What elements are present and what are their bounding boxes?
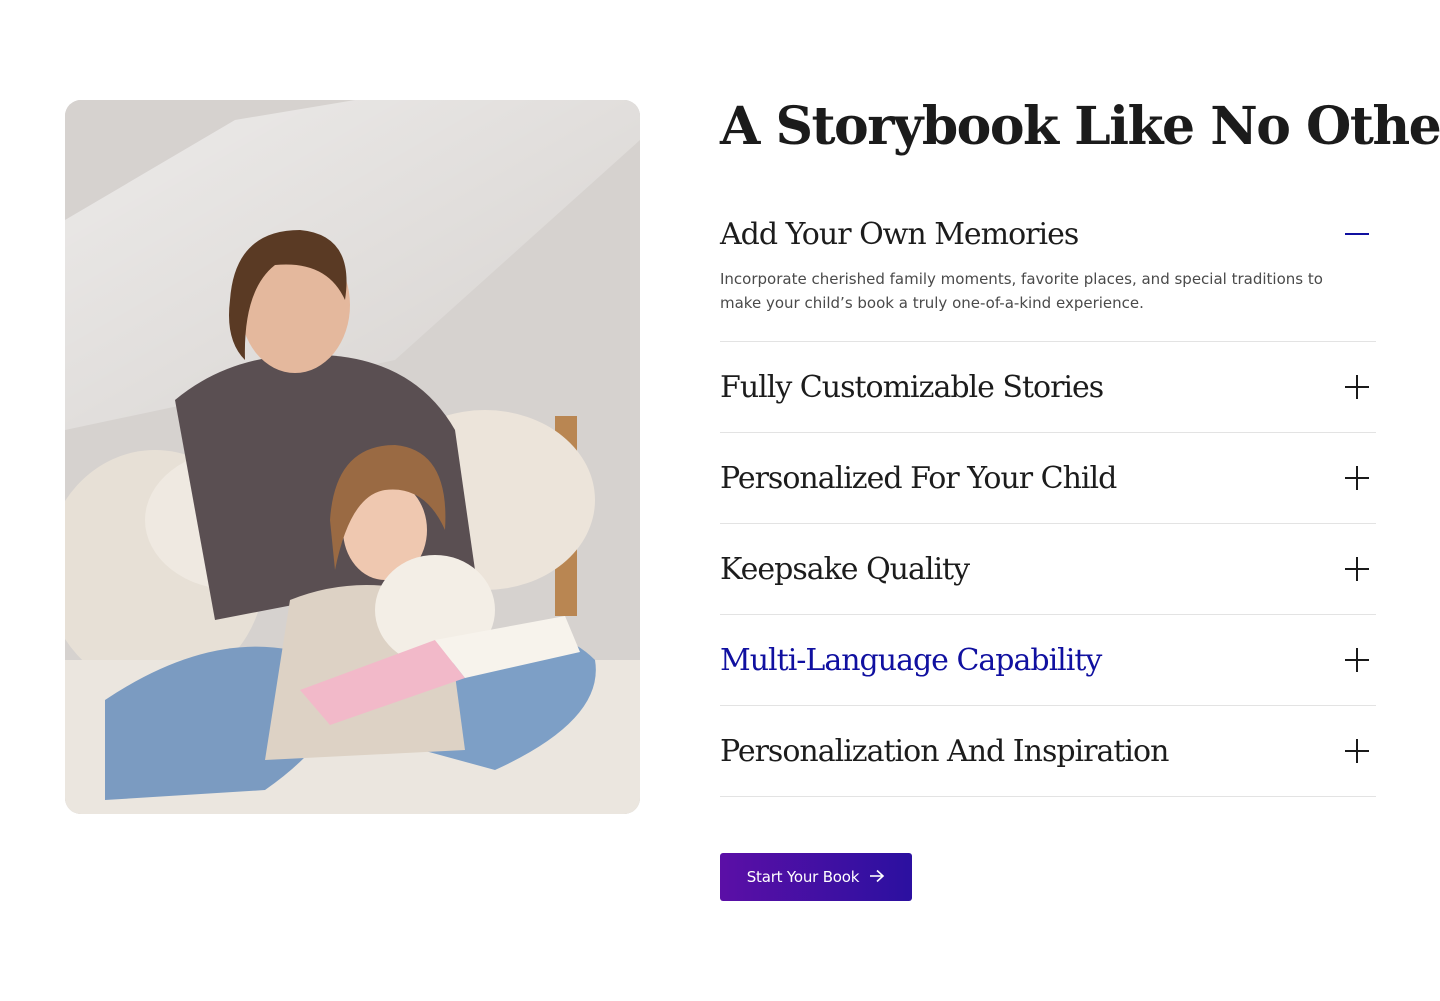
minus-icon[interactable] <box>1342 219 1372 249</box>
plus-icon[interactable] <box>1342 372 1372 402</box>
accordion-header[interactable]: Keepsake Quality <box>720 524 1376 614</box>
arrow-right-icon <box>869 869 885 886</box>
button-label: Start Your Book <box>746 868 860 886</box>
start-your-book-button[interactable]: Start Your Book <box>720 853 912 901</box>
accordion-header[interactable]: Multi-Language Capability <box>720 615 1376 705</box>
accordion-item-multilanguage: Multi-Language Capability <box>720 615 1376 706</box>
plus-icon[interactable] <box>1342 645 1372 675</box>
feature-accordion: Add Your Own Memories Incorporate cheris… <box>720 202 1376 797</box>
accordion-title: Multi-Language Capability <box>720 642 1102 678</box>
accordion-header[interactable]: Personalized For Your Child <box>720 433 1376 523</box>
content-column: A Storybook Like No Other <box>720 96 1440 158</box>
accordion-title: Personalized For Your Child <box>720 460 1117 496</box>
accordion-title: Personalization And Inspiration <box>720 733 1169 769</box>
accordion-title: Add Your Own Memories <box>720 216 1079 252</box>
accordion-title: Keepsake Quality <box>720 551 970 587</box>
section-heading: A Storybook Like No Other <box>720 96 1440 157</box>
accordion-item-personalized: Personalized For Your Child <box>720 433 1376 524</box>
accordion-item-inspiration: Personalization And Inspiration <box>720 706 1376 797</box>
accordion-header[interactable]: Add Your Own Memories <box>720 202 1376 266</box>
photo-illustration <box>65 100 640 814</box>
plus-icon[interactable] <box>1342 736 1372 766</box>
accordion-item-keepsake: Keepsake Quality <box>720 524 1376 615</box>
accordion-item-customizable: Fully Customizable Stories <box>720 342 1376 433</box>
accordion-header[interactable]: Fully Customizable Stories <box>720 342 1376 432</box>
plus-icon[interactable] <box>1342 554 1372 584</box>
hero-photo <box>65 100 640 814</box>
accordion-item-memories: Add Your Own Memories Incorporate cheris… <box>720 202 1376 342</box>
accordion-header[interactable]: Personalization And Inspiration <box>720 706 1376 796</box>
plus-icon[interactable] <box>1342 463 1372 493</box>
accordion-title: Fully Customizable Stories <box>720 369 1104 405</box>
accordion-body: Incorporate cherished family moments, fa… <box>720 270 1323 312</box>
